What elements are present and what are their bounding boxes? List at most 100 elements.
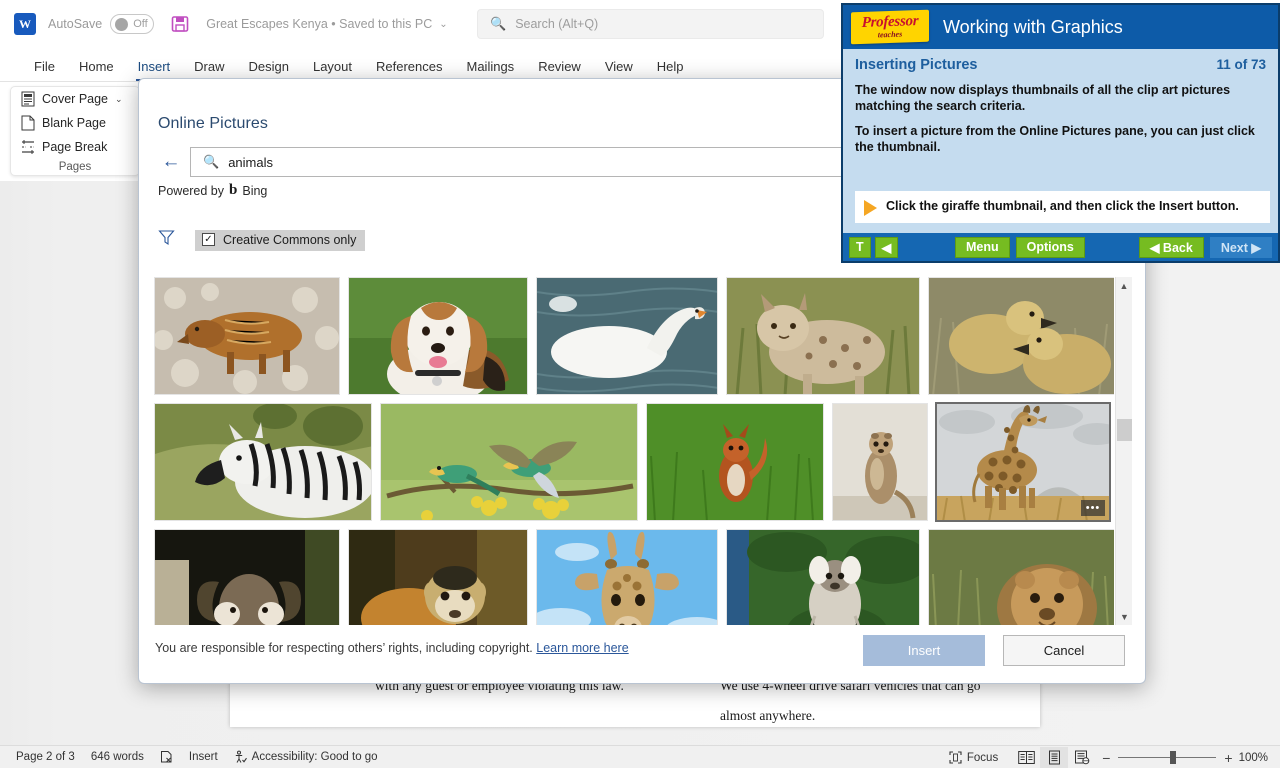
tab-design[interactable]: Design <box>237 57 301 76</box>
cover-page-button[interactable]: Cover Page ⌄ <box>11 87 139 111</box>
thumbnail-row: ••• <box>154 403 1114 521</box>
thumbnail-zebra[interactable] <box>154 403 372 521</box>
scroll-up-icon[interactable]: ▲ <box>1116 277 1132 294</box>
autosave-toggle[interactable]: Off <box>110 14 154 34</box>
thumbnail-beagle-dog[interactable] <box>348 277 528 395</box>
pages-group-label: Pages <box>11 161 139 173</box>
thumbnail-row <box>154 277 1114 395</box>
thumbnail-giraffe-head[interactable] <box>536 529 718 625</box>
tab-insert[interactable]: Insert <box>126 57 183 76</box>
status-bar-right: Focus <box>933 746 1280 768</box>
brand-line-2: teaches <box>878 31 902 40</box>
screen: W AutoSave Off Great Escapes Kenya • Sav… <box>0 0 1280 768</box>
save-icon[interactable] <box>170 14 190 34</box>
creative-commons-checkbox[interactable]: ✓ <box>202 233 215 246</box>
tab-layout[interactable]: Layout <box>301 57 364 76</box>
thumbnail-white-swan[interactable] <box>536 277 718 395</box>
dialog-footer: You are responsible for respecting other… <box>139 621 1145 683</box>
tab-file[interactable]: File <box>22 57 67 76</box>
back-arrow-icon[interactable]: ← <box>158 149 184 175</box>
powered-by-label: Powered by <box>158 184 224 198</box>
thumbnail-marmoset[interactable] <box>726 529 920 625</box>
thumbnail-mouflon-ram[interactable] <box>154 529 340 625</box>
accessibility-label: Accessibility: Good to go <box>252 751 378 763</box>
thumbnail-grid: ••• <box>154 277 1132 625</box>
thumbnail-goslings[interactable] <box>928 277 1114 395</box>
thumbnail-bee-eater-birds[interactable] <box>380 403 638 521</box>
thumbnail-squirrel-monkey[interactable] <box>348 529 528 625</box>
tab-review[interactable]: Review <box>526 57 593 76</box>
search-icon: 🔍 <box>203 154 219 170</box>
thumbnail-scrollbar[interactable]: ▲ ▼ <box>1115 277 1132 625</box>
teaching-footer-right: ◀ Back Next ▶ <box>1139 237 1272 258</box>
tab-view[interactable]: View <box>593 57 645 76</box>
proofing-icon[interactable] <box>160 750 173 764</box>
text-toggle-button[interactable]: T <box>849 237 871 258</box>
teaching-panel-footer: T ◀ Menu Options ◀ Back Next ▶ <box>843 233 1278 261</box>
previous-small-button[interactable]: ◀ <box>875 237 899 258</box>
bing-label: Bing <box>242 184 267 198</box>
tab-mailings[interactable]: Mailings <box>455 57 527 76</box>
thumbnail-lion[interactable] <box>928 529 1114 625</box>
options-button[interactable]: Options <box>1016 237 1085 258</box>
tab-draw[interactable]: Draw <box>182 57 236 76</box>
teaching-instruction-text: Click the giraffe thumbnail, and then cl… <box>886 198 1239 216</box>
read-mode-button[interactable] <box>1012 747 1040 768</box>
thumbnail-wild-boar-piglet[interactable] <box>154 277 340 395</box>
creative-commons-filter-chip[interactable]: ✓ Creative Commons only <box>195 230 365 251</box>
status-accessibility[interactable]: Accessibility: Good to go <box>234 750 378 764</box>
print-layout-button[interactable] <box>1040 747 1068 768</box>
menu-button[interactable]: Menu <box>955 237 1010 258</box>
thumbnail-row <box>154 529 1114 625</box>
tab-help[interactable]: Help <box>645 57 696 76</box>
teaching-panel: Professor teaches Working with Graphics … <box>841 3 1280 263</box>
zoom-level[interactable]: 100% <box>1239 752 1268 764</box>
filter-row: ✓ Creative Commons only <box>158 229 365 251</box>
document-title[interactable]: Great Escapes Kenya • Saved to this PC <box>206 17 432 31</box>
zoom-out-button[interactable]: − <box>1102 750 1110 766</box>
print-layout-icon <box>1047 750 1062 765</box>
focus-mode-button[interactable]: Focus <box>949 751 998 764</box>
thumbnail-giraffe[interactable]: ••• <box>936 403 1110 521</box>
teaching-section-row: Inserting Pictures 11 of 73 <box>855 57 1266 73</box>
insert-button[interactable]: Insert <box>863 635 985 666</box>
learn-more-link[interactable]: Learn more here <box>536 641 628 655</box>
search-input[interactable]: 🔍 Search (Alt+Q) <box>477 9 824 39</box>
web-layout-icon <box>1074 750 1090 765</box>
back-button[interactable]: ◀ Back <box>1139 237 1204 258</box>
tab-references[interactable]: References <box>364 57 454 76</box>
legal-notice: You are responsible for respecting other… <box>155 641 629 655</box>
cover-page-label: Cover Page <box>42 92 108 106</box>
status-words[interactable]: 646 words <box>91 751 144 763</box>
zoom-in-button[interactable]: + <box>1224 750 1232 766</box>
legal-text: You are responsible for respecting other… <box>155 641 533 655</box>
status-insert-mode[interactable]: Insert <box>189 751 218 763</box>
web-layout-button[interactable] <box>1068 747 1096 768</box>
zoom-thumb[interactable] <box>1170 751 1176 764</box>
status-page[interactable]: Page 2 of 3 <box>16 751 75 763</box>
pages-group: Cover Page ⌄ Blank Page <box>10 86 140 176</box>
scrollbar-thumb[interactable] <box>1117 419 1132 441</box>
page-break-button[interactable]: Page Break <box>11 135 139 159</box>
chevron-down-icon[interactable]: ⌄ <box>439 19 447 30</box>
zoom-track[interactable] <box>1118 757 1216 758</box>
accessibility-icon <box>234 750 247 764</box>
thumbnail-meerkat[interactable] <box>832 403 928 521</box>
thumbnail-more-badge[interactable]: ••• <box>1081 500 1105 516</box>
teaching-instruction-callout: Click the giraffe thumbnail, and then cl… <box>855 191 1270 223</box>
thumbnail-lynx-cat[interactable] <box>726 277 920 395</box>
zoom-slider[interactable]: − + <box>1102 750 1232 766</box>
blank-page-button[interactable]: Blank Page <box>11 111 139 135</box>
cancel-button[interactable]: Cancel <box>1003 635 1125 666</box>
cover-page-icon <box>21 91 35 107</box>
focus-label: Focus <box>967 752 998 764</box>
search-placeholder: Search (Alt+Q) <box>515 17 598 31</box>
thumbnail-red-squirrel[interactable] <box>646 403 824 521</box>
next-button[interactable]: Next ▶ <box>1210 237 1272 258</box>
tab-home[interactable]: Home <box>67 57 126 76</box>
chevron-down-icon[interactable]: ⌄ <box>115 94 123 105</box>
professor-teaches-logo-icon: Professor teaches <box>851 10 929 45</box>
search-icon: 🔍 <box>490 16 506 32</box>
filter-icon[interactable] <box>158 229 175 251</box>
teaching-paragraph-1: The window now displays thumbnails of al… <box>855 82 1266 114</box>
